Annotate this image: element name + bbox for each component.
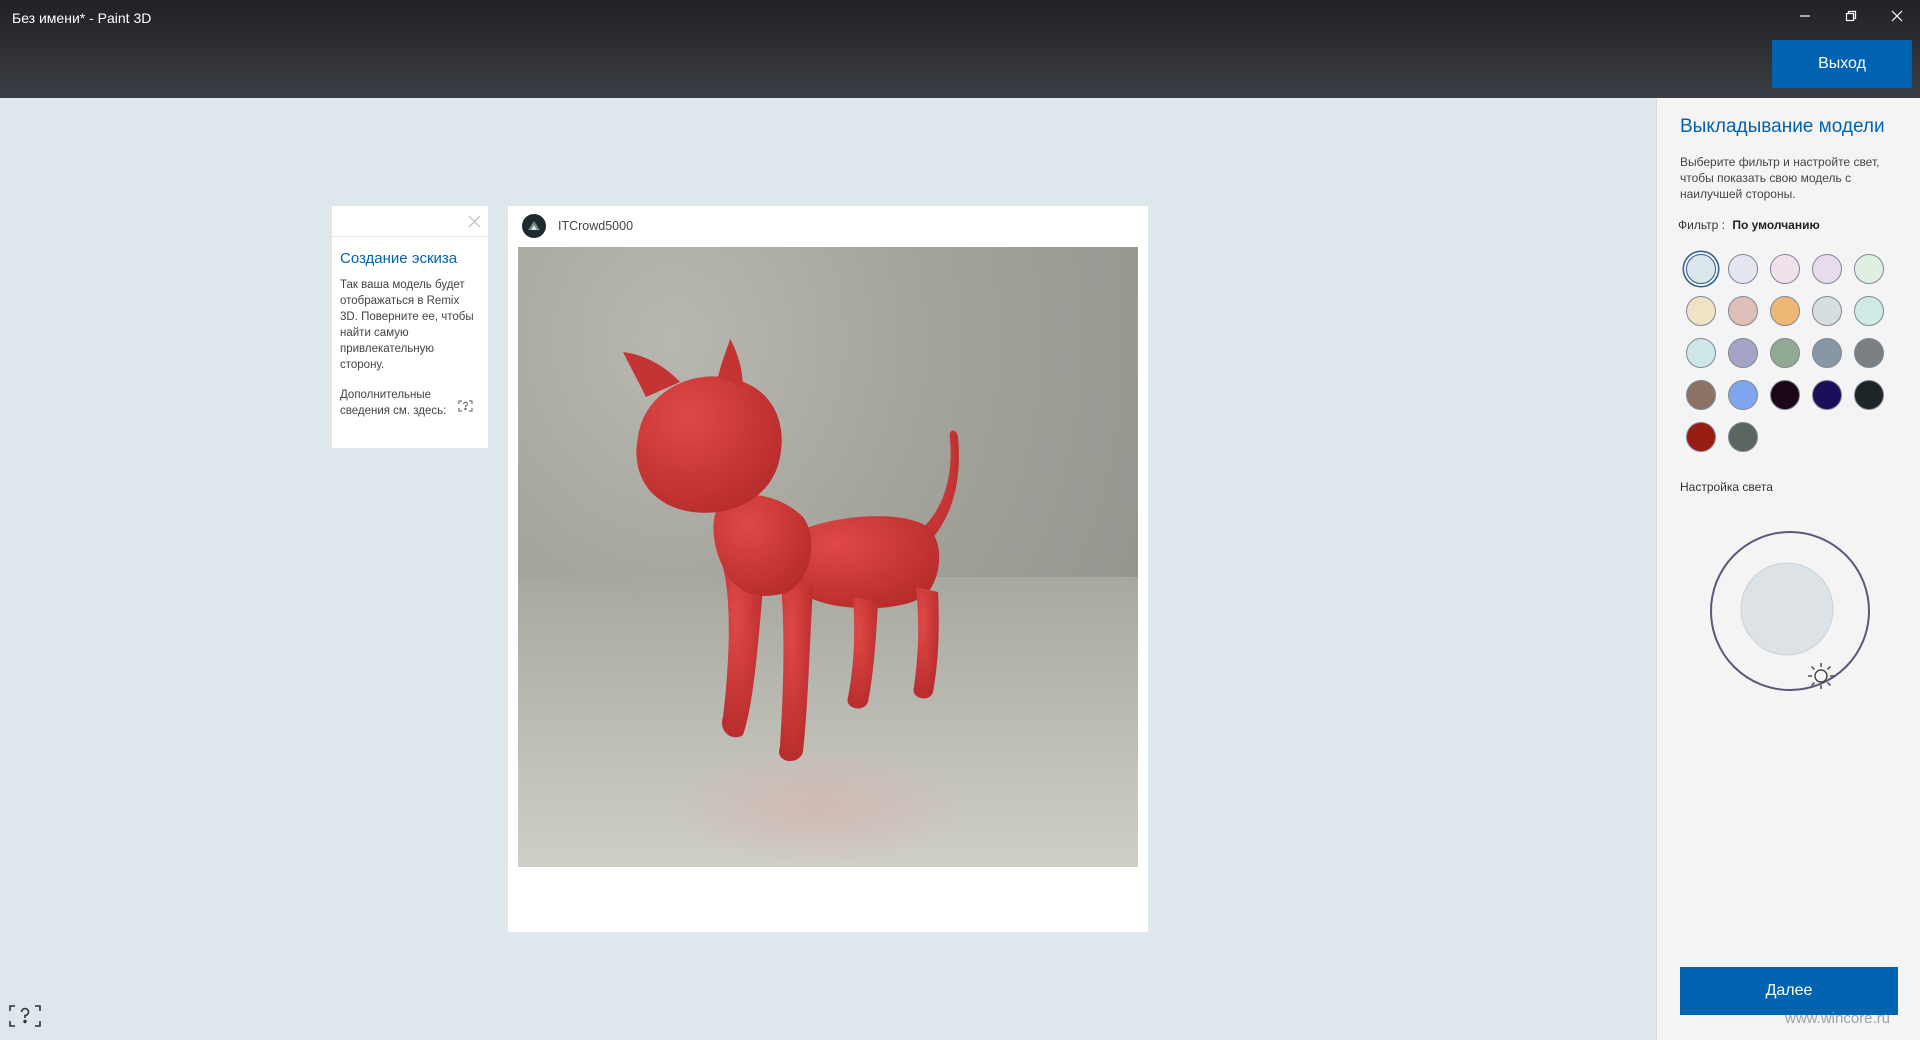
light-settings-label: Настройка света [1680,480,1773,494]
filter-swatches [1686,254,1884,452]
model-preview[interactable] [518,247,1138,867]
tip-card: Создание эскиза Так ваша модель будет от… [332,206,488,448]
tip-body: Так ваша модель будет отображаться в Rem… [340,279,474,371]
window-controls [1782,0,1920,32]
filter-swatch[interactable] [1770,338,1800,368]
filter-swatch[interactable] [1854,380,1884,410]
window-title: Без имени* - Paint 3D [12,10,152,26]
filter-swatch[interactable] [1812,254,1842,284]
preview-card: ITCrowd5000 [508,206,1148,932]
filter-swatch[interactable] [1686,254,1716,284]
filter-swatch[interactable] [1686,338,1716,368]
title-bar: Без имени* - Paint 3D Выход [0,0,1920,98]
filter-swatch[interactable] [1854,296,1884,326]
filter-swatch[interactable] [1770,254,1800,284]
filter-swatch[interactable] [1686,296,1716,326]
filter-swatch[interactable] [1686,422,1716,452]
filter-swatch[interactable] [1728,338,1758,368]
filter-swatch[interactable] [1770,380,1800,410]
filter-swatch[interactable] [1770,296,1800,326]
minimize-icon[interactable] [1782,0,1828,32]
card-header: ITCrowd5000 [522,214,633,238]
light-dial[interactable] [1707,528,1873,694]
panel-description: Выберите фильтр и настройте свет, чтобы … [1680,155,1880,201]
tip-header [332,206,488,237]
filter-swatch[interactable] [1854,254,1884,284]
filter-swatch[interactable] [1728,422,1758,452]
tip-title: Создание эскиза [340,250,458,267]
help-icon[interactable] [8,1004,42,1028]
help-icon[interactable] [458,400,473,417]
close-icon[interactable] [467,214,482,229]
filter-value: По умолчанию [1732,218,1820,232]
close-icon[interactable] [1874,0,1920,32]
filter-label: Фильтр : [1678,218,1725,232]
next-button[interactable]: Далее [1680,967,1898,1015]
filter-swatch[interactable] [1812,338,1842,368]
filter-swatch[interactable] [1812,296,1842,326]
restore-icon[interactable] [1828,0,1874,32]
filter-swatch[interactable] [1812,380,1842,410]
filter-swatch[interactable] [1728,254,1758,284]
tip-more-link[interactable]: Дополнительные сведения см. здесь: [340,387,480,419]
publish-panel: Выкладывание модели Выберите фильтр и на… [1656,98,1920,1040]
filter-swatch[interactable] [1728,296,1758,326]
username: ITCrowd5000 [558,219,634,233]
exit-button[interactable]: Выход [1772,40,1912,88]
avatar [522,214,546,238]
panel-title: Выкладывание модели [1680,116,1885,137]
filter-swatch[interactable] [1854,338,1884,368]
watermark: www.wincore.ru [1785,1010,1891,1027]
filter-swatch[interactable] [1686,380,1716,410]
tip-more-label: Дополнительные сведения см. здесь: [340,389,447,417]
filter-row: Фильтр : По умолчанию [1678,218,1820,232]
filter-swatch[interactable] [1728,380,1758,410]
sun-icon [1808,663,1834,689]
